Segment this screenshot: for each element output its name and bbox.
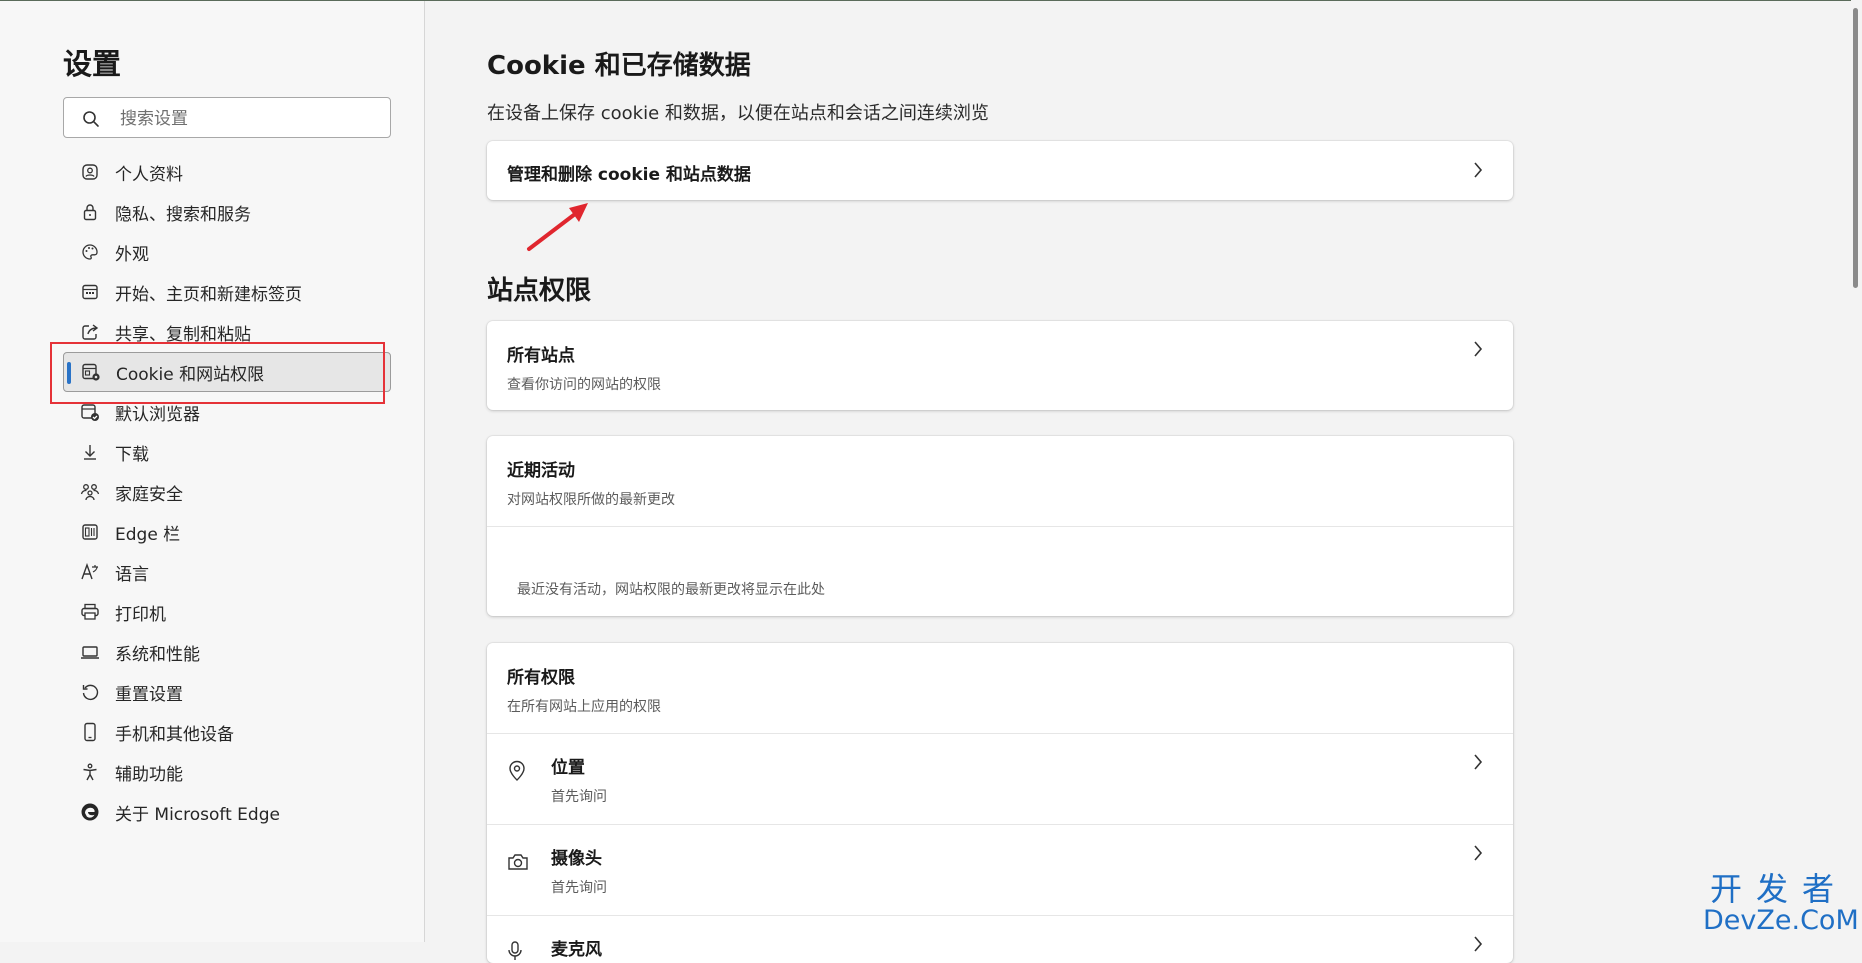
sidebar-item-edge-bar[interactable]: Edge 栏: [63, 512, 391, 552]
site-watermark: 开发者 DevZe.CoM: [1703, 870, 1859, 936]
sidebar-item-printers[interactable]: 打印机: [63, 592, 391, 632]
chevron-right-icon: [1474, 845, 1483, 861]
permission-row-microphone[interactable]: 麦克风: [487, 915, 1513, 963]
all-sites-subtitle: 查看你访问的网站的权限: [507, 377, 661, 393]
all-sites-card[interactable]: 所有站点 查看你访问的网站的权限: [487, 321, 1513, 410]
site-permissions-title: 站点权限: [487, 276, 592, 306]
printer-icon: [79, 601, 101, 623]
permission-subtitle: 首先询问: [551, 789, 607, 805]
cookies-section-description: 在设备上保存 cookie 和数据，以便在站点和会话之间连续浏览: [487, 103, 989, 124]
permission-row-camera[interactable]: 摄像头 首先询问: [487, 824, 1513, 915]
all-permissions-subtitle: 在所有网站上应用的权限: [507, 699, 661, 715]
default-browser-icon: [79, 401, 101, 423]
location-icon: [509, 760, 525, 781]
search-input[interactable]: [118, 104, 382, 133]
manage-cookies-label: 管理和删除 cookie 和站点数据: [507, 165, 751, 185]
manage-cookies-row[interactable]: 管理和删除 cookie 和站点数据: [487, 141, 1513, 200]
chevron-right-icon: [1474, 162, 1483, 178]
sidebar-item-label: 辅助功能: [115, 764, 183, 785]
sidebar-item-accessibility[interactable]: 辅助功能: [63, 752, 391, 792]
chevron-right-icon: [1474, 936, 1483, 952]
sidebar-item-appearance[interactable]: 外观: [63, 232, 391, 272]
camera-icon: [508, 854, 528, 870]
chevron-right-icon: [1474, 754, 1483, 770]
recent-activity-subtitle: 对网站权限所做的最新更改: [507, 492, 675, 508]
sidebar-item-downloads[interactable]: 下载: [63, 432, 391, 472]
sidebar-item-about[interactable]: 关于 Microsoft Edge: [63, 792, 391, 832]
settings-sidebar: 设置 个人资料 隐私、搜索和服务 外观: [0, 1, 425, 942]
edge-logo-icon: [79, 801, 101, 823]
sidebar-item-label: Edge 栏: [115, 524, 181, 545]
profile-icon: [79, 161, 101, 183]
sidebar-nav: 个人资料 隐私、搜索和服务 外观 开始、主页和新建标签页 共享、复制和粘贴 Co…: [63, 152, 391, 832]
sidebar-item-system[interactable]: 系统和性能: [63, 632, 391, 672]
recent-activity-title: 近期活动: [507, 461, 575, 481]
permission-subtitle: 首先询问: [551, 880, 607, 896]
download-icon: [79, 441, 101, 463]
phone-icon: [79, 721, 101, 743]
accessibility-icon: [79, 761, 101, 783]
sidebar-item-label: 个人资料: [115, 164, 183, 185]
manage-cookies-card[interactable]: 管理和删除 cookie 和站点数据: [487, 141, 1513, 200]
scrollbar-thumb[interactable]: [1853, 8, 1858, 288]
cookies-section-title: Cookie 和已存储数据: [487, 51, 751, 81]
recent-activity-empty-row: 最近没有活动，网站权限的最新更改将显示在此处: [487, 526, 1513, 616]
permission-title: 麦克风: [551, 940, 602, 960]
sidebar-item-label: 家庭安全: [115, 484, 183, 505]
sidebar-item-language[interactable]: 语言: [63, 552, 391, 592]
sidebar-item-label: 下载: [115, 444, 149, 465]
share-icon: [79, 321, 101, 343]
sidebar-item-label: 开始、主页和新建标签页: [115, 284, 302, 305]
all-permissions-card: 所有权限 在所有网站上应用的权限 位置 首先询问 摄像头 首先询问 麦克风: [487, 643, 1513, 963]
lock-icon: [79, 201, 101, 223]
chevron-right-icon: [1474, 341, 1483, 357]
sidebar-title: 设置: [63, 47, 122, 81]
reset-icon: [79, 681, 101, 703]
annotation-arrow-icon: [527, 203, 588, 251]
edge-bar-icon: [79, 521, 101, 543]
sidebar-item-privacy[interactable]: 隐私、搜索和服务: [63, 192, 391, 232]
sidebar-item-profile[interactable]: 个人资料: [63, 152, 391, 192]
laptop-icon: [79, 641, 101, 663]
watermark-top-text: 开发者: [1709, 870, 1848, 908]
sidebar-item-label: 重置设置: [115, 684, 183, 705]
sidebar-item-label: 隐私、搜索和服务: [115, 204, 251, 225]
sidebar-item-label: 语言: [115, 564, 149, 585]
palette-icon: [79, 241, 101, 263]
all-sites-row[interactable]: 所有站点 查看你访问的网站的权限: [487, 321, 1513, 410]
annotation-highlight-box: [50, 342, 385, 404]
permission-title: 位置: [551, 758, 585, 778]
watermark-bottom-text: DevZe.CoM: [1703, 905, 1859, 936]
recent-activity-header: 近期活动 对网站权限所做的最新更改: [487, 436, 1513, 526]
recent-activity-card: 近期活动 对网站权限所做的最新更改 最近没有活动，网站权限的最新更改将显示在此处: [487, 436, 1513, 616]
search-box[interactable]: [63, 97, 391, 138]
family-icon: [79, 481, 101, 503]
permission-row-location[interactable]: 位置 首先询问: [487, 733, 1513, 824]
sidebar-item-phone[interactable]: 手机和其他设备: [63, 712, 391, 752]
all-permissions-header: 所有权限 在所有网站上应用的权限: [487, 643, 1513, 733]
vertical-scrollbar[interactable]: [1851, 0, 1862, 942]
sidebar-item-label: 系统和性能: [115, 644, 200, 665]
sidebar-item-label: 手机和其他设备: [115, 724, 234, 745]
sidebar-item-label: 打印机: [115, 604, 166, 625]
microphone-icon: [508, 941, 522, 960]
sidebar-item-family[interactable]: 家庭安全: [63, 472, 391, 512]
sidebar-item-label: 共享、复制和粘贴: [115, 324, 251, 345]
sidebar-item-label: 关于 Microsoft Edge: [115, 804, 280, 825]
language-icon: [79, 561, 101, 583]
sidebar-item-label: 外观: [115, 244, 149, 265]
sidebar-item-reset[interactable]: 重置设置: [63, 672, 391, 712]
all-permissions-title: 所有权限: [507, 668, 575, 688]
permission-title: 摄像头: [551, 849, 602, 869]
sidebar-item-start-home[interactable]: 开始、主页和新建标签页: [63, 272, 391, 312]
all-sites-title: 所有站点: [507, 346, 575, 366]
home-tab-icon: [79, 281, 101, 303]
recent-activity-empty-text: 最近没有活动，网站权限的最新更改将显示在此处: [517, 582, 825, 598]
search-icon: [83, 111, 99, 127]
